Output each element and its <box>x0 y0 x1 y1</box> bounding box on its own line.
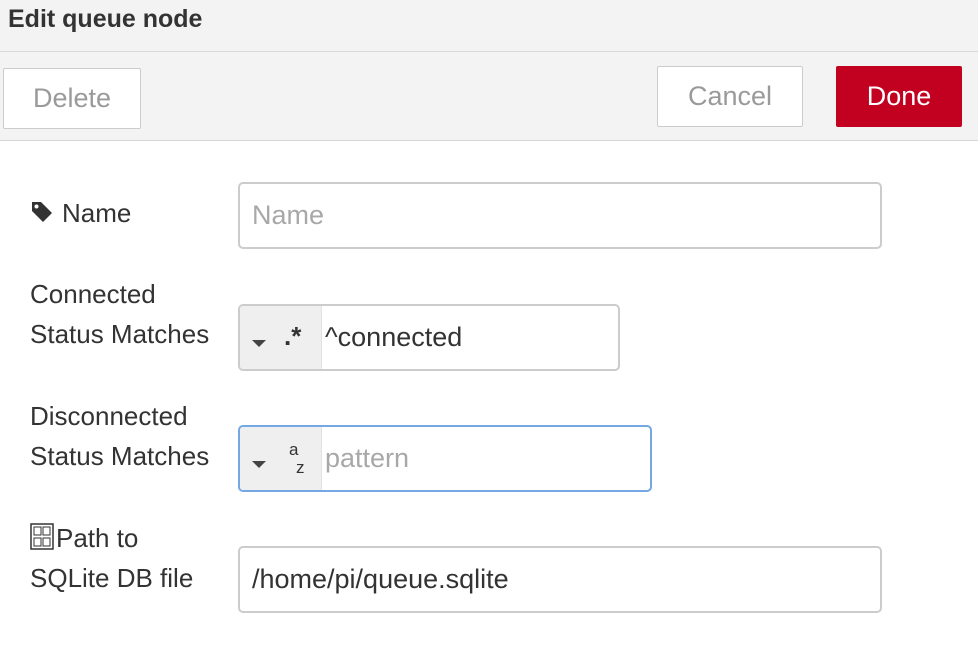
dialog-title: Edit queue node <box>8 5 203 33</box>
disconnected-input-box: a z <box>238 425 652 492</box>
name-input[interactable] <box>240 184 880 247</box>
connected-label-line1: Connected <box>30 279 156 309</box>
disconnected-type-select[interactable]: a z <box>240 427 322 490</box>
disconnected-label-line2: Status Matches <box>30 441 210 471</box>
done-button[interactable]: Done <box>836 66 962 127</box>
disconnected-label-line1: Disconnected <box>30 401 188 431</box>
dialog-header: Edit queue node <box>0 0 978 52</box>
caret-down-icon <box>252 340 266 347</box>
delete-button[interactable]: Delete <box>3 68 141 129</box>
name-label-text: Name <box>62 198 132 228</box>
path-label-line1: Path to <box>56 523 139 553</box>
connected-label-line2: Status Matches <box>30 319 210 349</box>
path-input-box <box>238 546 882 613</box>
file-icon <box>30 522 54 550</box>
disconnected-label: Disconnected Status Matches <box>30 396 209 476</box>
disconnected-input[interactable] <box>322 427 650 490</box>
name-label: Name <box>30 193 131 233</box>
path-input[interactable] <box>240 548 880 611</box>
cancel-button[interactable]: Cancel <box>657 66 803 127</box>
caret-down-icon <box>252 461 266 468</box>
connected-input[interactable] <box>322 306 618 369</box>
path-label-line2: SQLite DB file <box>30 563 194 593</box>
path-label: Path to SQLite DB file <box>30 518 193 598</box>
dialog-toolbar: Delete Cancel Done <box>0 52 978 141</box>
connected-type-select[interactable]: .* <box>240 306 322 369</box>
regex-icon: .* <box>284 321 302 351</box>
string-az-icon: a z <box>289 440 305 477</box>
tag-icon <box>32 202 52 223</box>
name-input-box <box>238 182 882 249</box>
path-label-line1-row: Path to <box>30 518 193 558</box>
edit-form: Name Connected Status Matches .* Disconn… <box>0 142 978 648</box>
connected-label: Connected Status Matches <box>30 274 209 354</box>
connected-input-box: .* <box>238 304 620 371</box>
